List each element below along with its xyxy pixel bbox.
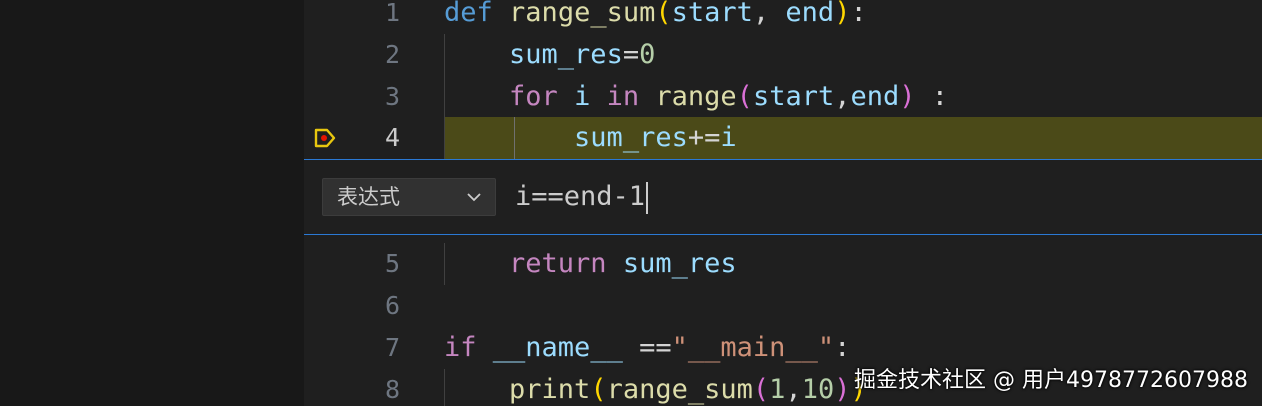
line-number: 8 [384, 375, 400, 404]
code-token: : [915, 81, 949, 112]
code-token: i [574, 81, 591, 112]
code-text[interactable]: sum_res=0 [444, 34, 655, 76]
code-token: , [834, 81, 851, 112]
breakpoint-condition-text: i==end-1 [515, 181, 646, 212]
code-token: 1 [769, 374, 786, 405]
code-line[interactable]: 3 for i in range(start,end) : [304, 76, 1262, 118]
code-text[interactable]: if __name__ =="__main__": [444, 327, 850, 369]
code-token: 0 [639, 39, 656, 70]
line-number: 5 [384, 249, 400, 278]
code-text[interactable]: return sum_res [444, 243, 737, 285]
code-token: sum_res [574, 122, 688, 153]
code-token: : [834, 332, 851, 363]
code-token: range_sum [509, 0, 656, 28]
code-token: ) [834, 374, 851, 405]
code-token: ( [752, 374, 770, 405]
code-token: += [687, 122, 721, 153]
code-text[interactable]: def range_sum(start, end): [444, 0, 867, 34]
code-token: def [444, 0, 493, 28]
code-token: start [752, 81, 835, 112]
code-token: 10 [801, 374, 835, 405]
side-panel [0, 0, 304, 406]
code-editor[interactable]: 1 def range_sum(start, end): 2 sum_res=0… [304, 0, 1262, 406]
code-token: print [509, 374, 591, 405]
code-token: , [785, 374, 802, 405]
code-line[interactable]: 2 sum_res=0 [304, 34, 1262, 76]
code-token: ) [834, 0, 851, 28]
line-number: 3 [384, 82, 400, 111]
line-number: 2 [384, 40, 400, 69]
line-number: 1 [384, 0, 400, 27]
code-token: end [850, 81, 900, 112]
code-token: __name__ [492, 332, 623, 363]
code-token: i [720, 122, 737, 153]
line-number: 7 [384, 333, 400, 362]
text-cursor [646, 181, 649, 214]
code-token: == [622, 332, 672, 363]
code-token: return [509, 248, 607, 279]
code-text[interactable]: print(range_sum(1,10)) [444, 369, 867, 406]
code-token: "__main__" [671, 332, 835, 363]
line-number: 4 [384, 123, 400, 152]
code-token: : [850, 0, 867, 28]
code-token: if [444, 332, 477, 363]
code-token: ( [736, 81, 753, 112]
breakpoint-condition-widget[interactable]: 表达式 i==end-1 [304, 159, 1262, 235]
code-line[interactable]: 1 def range_sum(start, end): [304, 0, 1262, 34]
breakpoint-type-value: 表达式 [337, 185, 400, 209]
code-token: for [509, 81, 558, 112]
code-token: sum_res [509, 39, 623, 70]
code-text[interactable]: sum_res+=i [444, 117, 737, 159]
code-line[interactable]: 6 [304, 285, 1262, 327]
code-token: in [606, 81, 640, 112]
code-token: , [752, 0, 786, 28]
breakpoint-type-select[interactable]: 表达式 [322, 178, 496, 216]
code-token: ( [655, 0, 672, 28]
code-token: ( [590, 374, 607, 405]
code-line-breakpoint[interactable]: 4 sum_res+=i [304, 117, 1262, 159]
code-token: ) [899, 81, 916, 112]
code-token: sum_res [622, 248, 737, 279]
code-text[interactable]: for i in range(start,end) : [444, 76, 948, 118]
watermark: 掘金技术社区 @ 用户4978772607988 [854, 368, 1248, 393]
line-number: 6 [384, 291, 400, 320]
breakpoint-condition-input[interactable]: i==end-1 [515, 176, 649, 218]
code-line[interactable]: 5 return sum_res [304, 243, 1262, 285]
code-token: range [655, 81, 737, 112]
code-token: = [622, 39, 640, 70]
code-token: start [671, 0, 753, 28]
code-token: range_sum [606, 374, 753, 405]
code-token: end [785, 0, 835, 28]
chevron-down-icon [467, 193, 481, 202]
conditional-breakpoint-icon[interactable] [314, 128, 336, 148]
